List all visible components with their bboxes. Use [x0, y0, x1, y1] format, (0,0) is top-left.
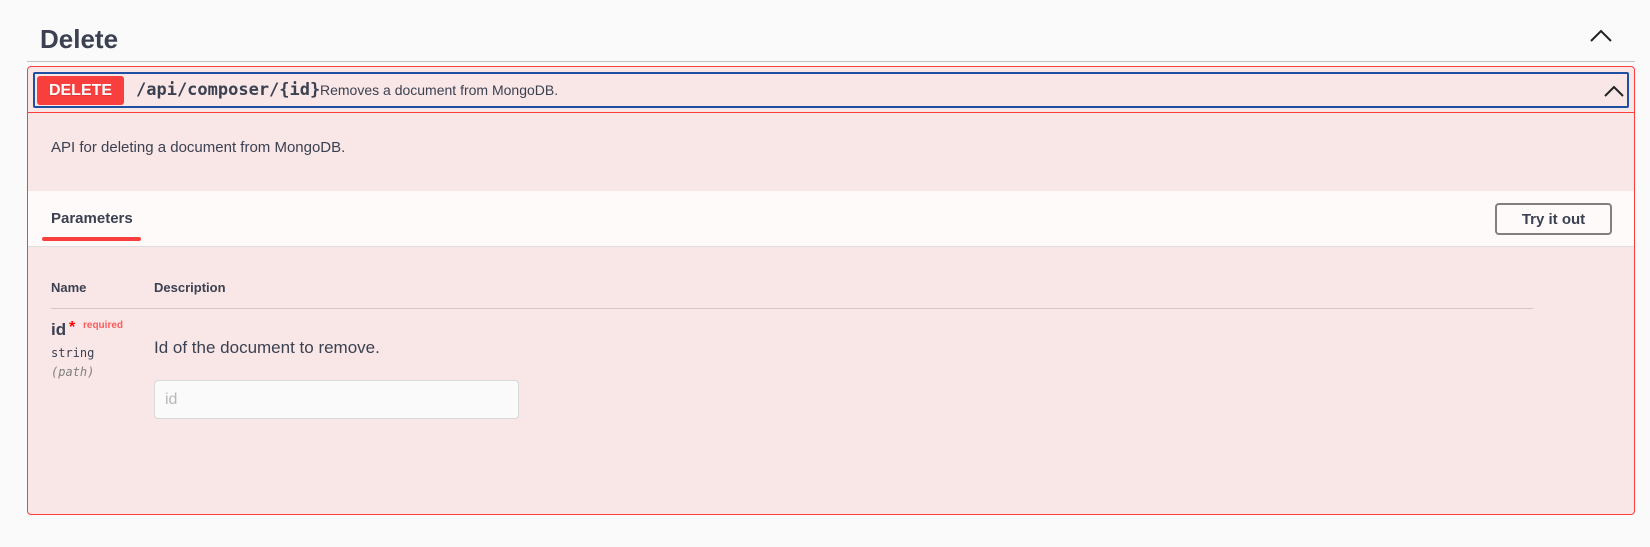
column-header-description: Description [154, 280, 226, 295]
chevron-up-icon[interactable] [1603, 80, 1625, 102]
tag-title: Delete [40, 24, 119, 54]
parameter-location: (path) [51, 365, 95, 379]
tab-parameters[interactable]: Parameters [51, 210, 133, 227]
parameters-header: Parameters Try it out [28, 191, 1634, 247]
table-divider [51, 308, 1533, 309]
id-input[interactable] [154, 380, 519, 419]
parameter-description: Id of the document to remove. [154, 338, 380, 357]
column-header-name: Name [51, 280, 87, 295]
required-label: required [83, 320, 124, 331]
divider [28, 112, 1634, 113]
operation-summary[interactable]: DELETE /api/composer/{id} Removes a docu… [33, 72, 1629, 108]
operation-summary-text: Removes a document from MongoDB. [320, 82, 559, 98]
try-it-out-button[interactable]: Try it out [1495, 203, 1612, 235]
required-marker: * [69, 319, 76, 336]
tag-header[interactable]: Delete [27, 8, 1635, 62]
endpoint-path: /api/composer/{id} [136, 80, 321, 100]
operation-block: DELETE /api/composer/{id} Removes a docu… [27, 66, 1635, 515]
active-tab-indicator [42, 237, 141, 241]
method-badge: DELETE [37, 76, 124, 105]
parameter-type: string [51, 346, 95, 360]
operation-description: API for deleting a document from MongoDB… [51, 139, 346, 156]
chevron-up-icon[interactable] [1587, 22, 1615, 50]
parameter-name: id [51, 320, 67, 339]
